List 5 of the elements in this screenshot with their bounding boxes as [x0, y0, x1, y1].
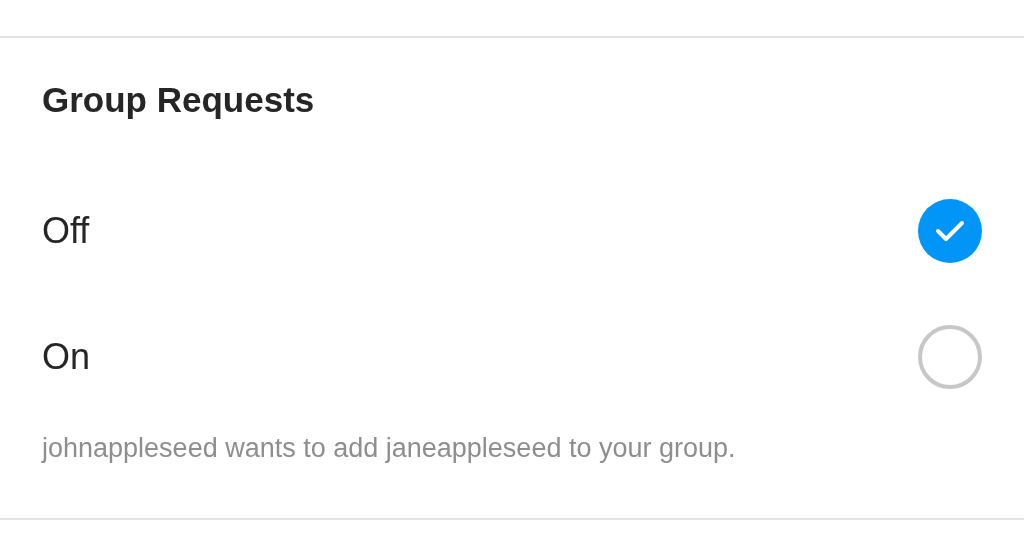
option-label: Off: [42, 209, 90, 253]
section-title: Group Requests: [42, 80, 316, 120]
note-text: johnappleseed wants to add janeappleseed to your group.: [42, 432, 737, 465]
checkmark-icon: [935, 219, 965, 243]
option-label: On: [42, 335, 91, 379]
